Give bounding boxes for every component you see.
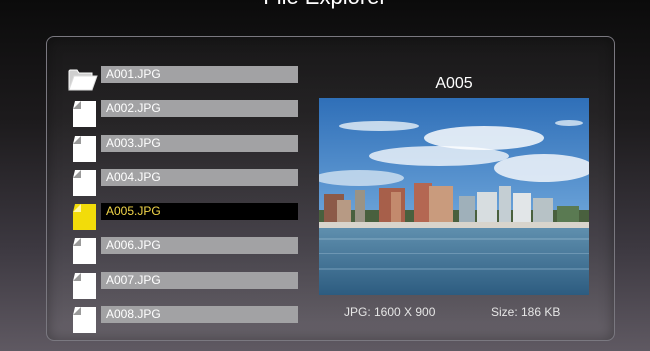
- image-resolution: JPG: 1600 X 900: [344, 305, 436, 319]
- file-name: A006.JPG: [101, 237, 298, 255]
- file-row-a008[interactable]: A008.JPG: [67, 302, 307, 336]
- file-icon: [67, 234, 99, 265]
- file-icon: [67, 97, 99, 128]
- file-name: A008.JPG: [101, 306, 298, 324]
- file-list: A001.JPG A002.JPG A003.JPG A004.JPG A005…: [67, 62, 307, 336]
- file-icon: [67, 132, 99, 162]
- file-name: A003.JPG: [101, 134, 298, 152]
- preview-image: [319, 98, 589, 295]
- file-row-a005[interactable]: A005.JPG: [67, 199, 307, 233]
- preview-title: A005: [435, 75, 473, 92]
- file-browser-panel: A001.JPG A002.JPG A003.JPG A004.JPG A005…: [46, 36, 615, 341]
- image-size: Size: 186 KB: [491, 305, 561, 319]
- file-row-a004[interactable]: A004.JPG: [67, 165, 307, 199]
- file-name: A005.JPG: [101, 203, 298, 221]
- file-name: A007.JPG: [101, 271, 298, 289]
- file-icon: [67, 166, 99, 196]
- screen-title: File Explorer: [0, 0, 650, 8]
- file-icon: [67, 303, 99, 334]
- file-icon-selected: [67, 200, 99, 231]
- file-name: A002.JPG: [101, 100, 298, 118]
- file-name: A004.JPG: [101, 168, 298, 186]
- file-row-a002[interactable]: A002.JPG: [67, 96, 307, 130]
- file-row-a006[interactable]: A006.JPG: [67, 233, 307, 267]
- file-row-a003[interactable]: A003.JPG: [67, 131, 307, 165]
- file-row-a007[interactable]: A007.JPG: [67, 268, 307, 302]
- file-icon: [67, 269, 99, 299]
- file-name: A001.JPG: [101, 66, 298, 83]
- file-row-a001[interactable]: A001.JPG: [67, 62, 307, 96]
- folder-icon: [67, 63, 99, 93]
